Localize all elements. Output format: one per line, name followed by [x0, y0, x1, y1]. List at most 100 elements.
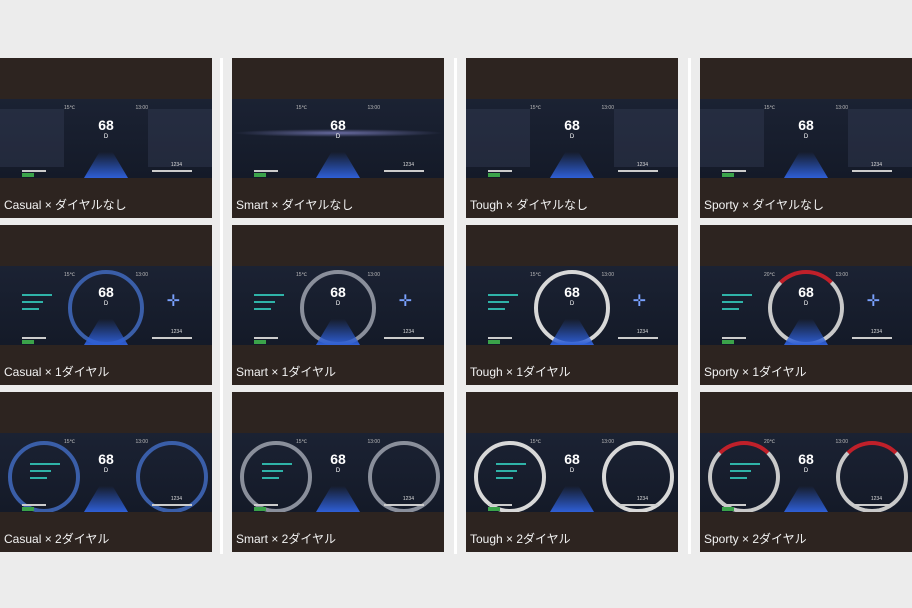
- eco-indicator: [254, 507, 266, 511]
- speed-readout: 68: [330, 284, 346, 300]
- eco-indicator: [22, 507, 34, 511]
- meter-screen-preview: ✛ 20℃ 13:00 68 D 1234: [700, 266, 912, 345]
- odometer-bar: [152, 170, 192, 172]
- variant-caption: Sporty × 1ダイヤル: [704, 365, 807, 379]
- meter-screen-preview: 15℃ 13:00 68 D 1234: [466, 433, 678, 512]
- temperature-readout: 15℃: [530, 272, 542, 278]
- meter-screen-preview: 15℃ 13:00 68 D 1234: [466, 99, 678, 178]
- temperature-readout: 15℃: [296, 272, 308, 278]
- odometer-bar: [618, 170, 658, 172]
- lane-graphic: [316, 152, 360, 178]
- odometer-readout: 1234: [870, 496, 882, 502]
- variant-caption: Sporty × 2ダイヤル: [704, 532, 807, 546]
- gear-indicator: D: [103, 301, 109, 307]
- clock-readout: 13:00: [367, 272, 380, 278]
- variant-caption: Tough × 2ダイヤル: [470, 532, 571, 546]
- gear-indicator: D: [103, 468, 109, 474]
- variant-tile-tough-one: ✛ 15℃ 13:00 68 D 1234 Tough × 1ダイヤル: [466, 225, 678, 385]
- speed-readout: 68: [798, 284, 814, 300]
- odometer-bar: [852, 504, 892, 506]
- eco-indicator: [22, 173, 34, 177]
- column-divider: [454, 58, 457, 554]
- clock-readout: 13:00: [135, 272, 148, 278]
- gear-indicator: D: [103, 134, 109, 140]
- fuel-bar: [254, 504, 278, 506]
- fuel-bar: [488, 504, 512, 506]
- speed-readout: 68: [564, 451, 580, 467]
- eco-indicator: [488, 340, 500, 344]
- variant-caption: Sporty × ダイヤルなし: [704, 198, 824, 212]
- variant-caption: Tough × 1ダイヤル: [470, 365, 571, 379]
- speed-readout: 68: [98, 284, 114, 300]
- fuel-bar: [254, 170, 278, 172]
- eco-indicator: [488, 507, 500, 511]
- fuel-bar: [722, 170, 746, 172]
- temperature-readout: 15℃: [64, 272, 76, 278]
- temperature-readout: 15℃: [296, 105, 308, 111]
- meter-screen-preview: 20℃ 13:00 68 D 1234: [700, 433, 912, 512]
- variant-caption: Casual × ダイヤルなし: [4, 198, 127, 212]
- temperature-readout: 15℃: [64, 105, 76, 111]
- fuel-bar: [722, 504, 746, 506]
- meter-screen-preview: 15℃ 13:00 68 D 1234: [232, 433, 444, 512]
- meter-screen-preview: ✛ 15℃ 13:00 68 D 1234: [466, 266, 678, 345]
- clock-readout: 13:00: [835, 272, 848, 278]
- column-divider: [688, 58, 691, 554]
- speed-readout: 68: [98, 451, 114, 467]
- variant-tile-sporty-none: 15℃ 13:00 68 D 1234 Sporty × ダイヤルなし: [700, 58, 912, 218]
- column-divider: [220, 58, 223, 554]
- gear-indicator: D: [335, 301, 341, 307]
- gear-indicator: D: [803, 134, 809, 140]
- speed-readout: 68: [98, 117, 114, 133]
- gear-indicator: D: [569, 301, 575, 307]
- odometer-bar: [618, 337, 658, 339]
- speed-readout: 68: [798, 451, 814, 467]
- odometer-bar: [384, 170, 424, 172]
- lane-graphic: [84, 486, 128, 512]
- gear-indicator: D: [803, 301, 809, 307]
- eco-indicator: [254, 340, 266, 344]
- meter-screen-preview: 15℃ 13:00 68 D 1234: [700, 99, 912, 178]
- lane-graphic: [784, 486, 828, 512]
- temperature-readout: 15℃: [530, 105, 542, 111]
- clock-readout: 13:00: [601, 105, 614, 111]
- odometer-readout: 1234: [402, 496, 414, 502]
- odometer-readout: 1234: [636, 329, 648, 335]
- gear-indicator: D: [335, 134, 341, 140]
- variant-caption: Smart × 1ダイヤル: [236, 365, 336, 379]
- eco-indicator: [722, 173, 734, 177]
- temperature-readout: 15℃: [530, 439, 542, 445]
- odometer-readout: 1234: [170, 496, 182, 502]
- fuel-bar: [22, 504, 46, 506]
- clock-readout: 13:00: [601, 272, 614, 278]
- eco-indicator: [722, 507, 734, 511]
- speed-readout: 68: [330, 451, 346, 467]
- eco-indicator: [22, 340, 34, 344]
- speed-readout: 68: [330, 117, 346, 133]
- clock-readout: 13:00: [135, 439, 148, 445]
- odometer-readout: 1234: [870, 329, 882, 335]
- odometer-readout: 1234: [636, 162, 648, 168]
- variant-tile-smart-two: 15℃ 13:00 68 D 1234 Smart × 2ダイヤル: [232, 392, 444, 552]
- odometer-readout: 1234: [170, 329, 182, 335]
- gear-indicator: D: [335, 468, 341, 474]
- meter-screen-preview: 15℃ 13:00 68 D 1234: [0, 433, 212, 512]
- odometer-bar: [384, 337, 424, 339]
- temperature-readout: 15℃: [296, 439, 308, 445]
- variant-caption: Smart × 2ダイヤル: [236, 532, 336, 546]
- variant-tile-casual-one: ✛ 15℃ 13:00 68 D 1234 Casual × 1ダイヤル: [0, 225, 212, 385]
- temperature-readout: 20℃: [764, 272, 776, 278]
- variant-tile-smart-one: ✛ 15℃ 13:00 68 D 1234 Smart × 1ダイヤル: [232, 225, 444, 385]
- temperature-readout: 15℃: [64, 439, 76, 445]
- variant-caption: Casual × 2ダイヤル: [4, 532, 110, 546]
- odometer-bar: [384, 504, 424, 506]
- odometer-readout: 1234: [636, 496, 648, 502]
- odometer-readout: 1234: [402, 329, 414, 335]
- fuel-bar: [22, 337, 46, 339]
- clock-readout: 13:00: [601, 439, 614, 445]
- clock-readout: 13:00: [835, 439, 848, 445]
- lane-graphic: [550, 152, 594, 178]
- meter-screen-preview: 15℃ 13:00 68 D 1234: [232, 99, 444, 178]
- eco-indicator: [722, 340, 734, 344]
- eco-indicator: [488, 173, 500, 177]
